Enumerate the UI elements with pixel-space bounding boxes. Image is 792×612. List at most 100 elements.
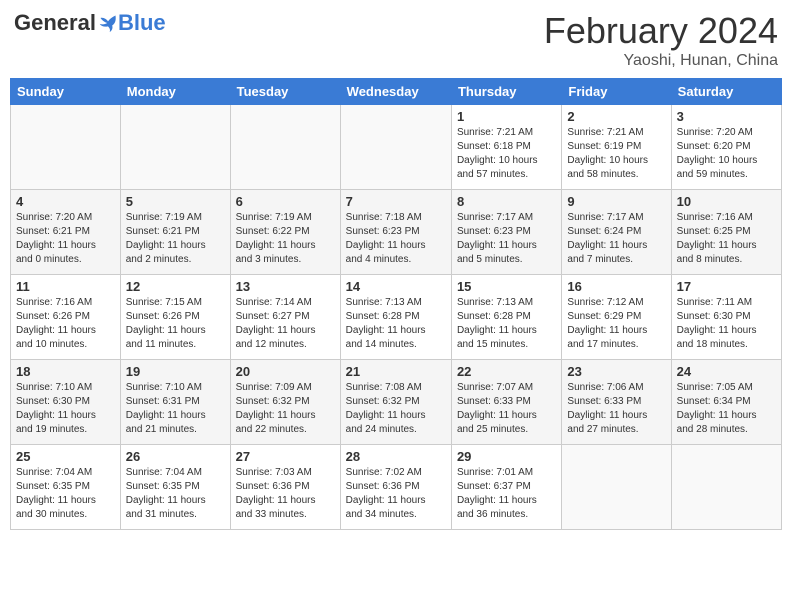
day-number: 8: [457, 194, 556, 209]
day-number: 19: [126, 364, 225, 379]
day-number: 7: [346, 194, 446, 209]
day-number: 4: [16, 194, 115, 209]
calendar-cell: 27 Sunrise: 7:03 AM Sunset: 6:36 PM Dayli…: [230, 445, 340, 530]
day-info: Sunrise: 7:12 AM Sunset: 6:29 PM Dayligh…: [567, 296, 665, 352]
calendar-cell: 14 Sunrise: 7:13 AM Sunset: 6:28 PM Dayli…: [340, 275, 451, 360]
day-info: Sunrise: 7:17 AM Sunset: 6:24 PM Dayligh…: [567, 211, 665, 267]
calendar-cell: 10 Sunrise: 7:16 AM Sunset: 6:25 PM Dayli…: [671, 190, 781, 275]
day-number: 25: [16, 449, 115, 464]
day-number: 16: [567, 279, 665, 294]
calendar-cell: [120, 105, 230, 190]
day-number: 27: [236, 449, 335, 464]
day-number: 18: [16, 364, 115, 379]
day-info: Sunrise: 7:17 AM Sunset: 6:23 PM Dayligh…: [457, 211, 556, 267]
day-number: 17: [677, 279, 776, 294]
day-info: Sunrise: 7:03 AM Sunset: 6:36 PM Dayligh…: [236, 466, 335, 522]
day-number: 29: [457, 449, 556, 464]
calendar-cell: 21 Sunrise: 7:08 AM Sunset: 6:32 PM Dayli…: [340, 360, 451, 445]
day-number: 26: [126, 449, 225, 464]
calendar-cell: 25 Sunrise: 7:04 AM Sunset: 6:35 PM Dayli…: [11, 445, 121, 530]
calendar-cell: [230, 105, 340, 190]
page-header: General Blue February 2024 Yaoshi, Hunan…: [10, 10, 782, 70]
day-number: 20: [236, 364, 335, 379]
weekday-header-wednesday: Wednesday: [340, 79, 451, 105]
title-block: February 2024 Yaoshi, Hunan, China: [544, 10, 778, 70]
day-info: Sunrise: 7:16 AM Sunset: 6:25 PM Dayligh…: [677, 211, 776, 267]
calendar-cell: 18Sunrise: 7:10 AM Sunset: 6:30 PM Dayli…: [11, 360, 121, 445]
calendar-table: SundayMondayTuesdayWednesdayThursdayFrid…: [10, 78, 782, 530]
day-info: Sunrise: 7:18 AM Sunset: 6:23 PM Dayligh…: [346, 211, 446, 267]
weekday-header-monday: Monday: [120, 79, 230, 105]
weekday-header-saturday: Saturday: [671, 79, 781, 105]
day-info: Sunrise: 7:16 AM Sunset: 6:26 PM Dayligh…: [16, 296, 115, 352]
day-info: Sunrise: 7:13 AM Sunset: 6:28 PM Dayligh…: [346, 296, 446, 352]
calendar-cell: 9 Sunrise: 7:17 AM Sunset: 6:24 PM Daylig…: [562, 190, 671, 275]
calendar-cell: 2 Sunrise: 7:21 AM Sunset: 6:19 PM Daylig…: [562, 105, 671, 190]
day-number: 9: [567, 194, 665, 209]
day-info: Sunrise: 7:15 AM Sunset: 6:26 PM Dayligh…: [126, 296, 225, 352]
day-number: 13: [236, 279, 335, 294]
day-info: Sunrise: 7:21 AM Sunset: 6:18 PM Dayligh…: [457, 126, 556, 182]
logo-general-text: General: [14, 10, 96, 36]
day-info: Sunrise: 7:13 AM Sunset: 6:28 PM Dayligh…: [457, 296, 556, 352]
day-info: Sunrise: 7:08 AM Sunset: 6:32 PM Dayligh…: [346, 381, 446, 437]
day-info: Sunrise: 7:14 AM Sunset: 6:27 PM Dayligh…: [236, 296, 335, 352]
logo: General Blue: [14, 10, 166, 36]
calendar-cell: 26 Sunrise: 7:04 AM Sunset: 6:35 PM Dayli…: [120, 445, 230, 530]
logo-blue-text: Blue: [118, 10, 166, 36]
day-info: Sunrise: 7:09 AM Sunset: 6:32 PM Dayligh…: [236, 381, 335, 437]
day-number: 24: [677, 364, 776, 379]
calendar-cell: 28Sunrise: 7:02 AM Sunset: 6:36 PM Dayli…: [340, 445, 451, 530]
day-number: 15: [457, 279, 556, 294]
calendar-cell: 4Sunrise: 7:20 AM Sunset: 6:21 PM Daylig…: [11, 190, 121, 275]
day-number: 28: [346, 449, 446, 464]
day-number: 3: [677, 109, 776, 124]
day-number: 14: [346, 279, 446, 294]
day-info: Sunrise: 7:20 AM Sunset: 6:20 PM Dayligh…: [677, 126, 776, 182]
calendar-cell: 29 Sunrise: 7:01 AM Sunset: 6:37 PM Dayli…: [451, 445, 561, 530]
week-row-1: 1Sunrise: 7:21 AM Sunset: 6:18 PM Daylig…: [11, 105, 782, 190]
day-info: Sunrise: 7:04 AM Sunset: 6:35 PM Dayligh…: [126, 466, 225, 522]
month-title: February 2024: [544, 10, 778, 52]
week-row-4: 18Sunrise: 7:10 AM Sunset: 6:30 PM Dayli…: [11, 360, 782, 445]
day-info: Sunrise: 7:07 AM Sunset: 6:33 PM Dayligh…: [457, 381, 556, 437]
weekday-header-thursday: Thursday: [451, 79, 561, 105]
calendar-cell: 24 Sunrise: 7:05 AM Sunset: 6:34 PM Dayli…: [671, 360, 781, 445]
calendar-cell: 16 Sunrise: 7:12 AM Sunset: 6:29 PM Dayli…: [562, 275, 671, 360]
calendar-cell: 1Sunrise: 7:21 AM Sunset: 6:18 PM Daylig…: [451, 105, 561, 190]
day-info: Sunrise: 7:10 AM Sunset: 6:31 PM Dayligh…: [126, 381, 225, 437]
calendar-cell: 8 Sunrise: 7:17 AM Sunset: 6:23 PM Daylig…: [451, 190, 561, 275]
calendar-cell: [671, 445, 781, 530]
day-info: Sunrise: 7:19 AM Sunset: 6:21 PM Dayligh…: [126, 211, 225, 267]
week-row-3: 11Sunrise: 7:16 AM Sunset: 6:26 PM Dayli…: [11, 275, 782, 360]
calendar-cell: 7 Sunrise: 7:18 AM Sunset: 6:23 PM Daylig…: [340, 190, 451, 275]
calendar-cell: 20 Sunrise: 7:09 AM Sunset: 6:32 PM Dayli…: [230, 360, 340, 445]
day-info: Sunrise: 7:05 AM Sunset: 6:34 PM Dayligh…: [677, 381, 776, 437]
calendar-cell: 19 Sunrise: 7:10 AM Sunset: 6:31 PM Dayli…: [120, 360, 230, 445]
week-row-2: 4Sunrise: 7:20 AM Sunset: 6:21 PM Daylig…: [11, 190, 782, 275]
calendar-cell: 11Sunrise: 7:16 AM Sunset: 6:26 PM Dayli…: [11, 275, 121, 360]
calendar-cell: 23 Sunrise: 7:06 AM Sunset: 6:33 PM Dayli…: [562, 360, 671, 445]
calendar-cell: 13 Sunrise: 7:14 AM Sunset: 6:27 PM Dayli…: [230, 275, 340, 360]
weekday-header-tuesday: Tuesday: [230, 79, 340, 105]
day-number: 10: [677, 194, 776, 209]
day-number: 2: [567, 109, 665, 124]
calendar-cell: 5Sunrise: 7:19 AM Sunset: 6:21 PM Daylig…: [120, 190, 230, 275]
weekday-header-row: SundayMondayTuesdayWednesdayThursdayFrid…: [11, 79, 782, 105]
calendar-cell: 3 Sunrise: 7:20 AM Sunset: 6:20 PM Daylig…: [671, 105, 781, 190]
day-number: 23: [567, 364, 665, 379]
day-number: 12: [126, 279, 225, 294]
day-number: 21: [346, 364, 446, 379]
day-info: Sunrise: 7:06 AM Sunset: 6:33 PM Dayligh…: [567, 381, 665, 437]
day-info: Sunrise: 7:04 AM Sunset: 6:35 PM Dayligh…: [16, 466, 115, 522]
day-info: Sunrise: 7:19 AM Sunset: 6:22 PM Dayligh…: [236, 211, 335, 267]
day-info: Sunrise: 7:01 AM Sunset: 6:37 PM Dayligh…: [457, 466, 556, 522]
calendar-cell: 12 Sunrise: 7:15 AM Sunset: 6:26 PM Dayli…: [120, 275, 230, 360]
weekday-header-sunday: Sunday: [11, 79, 121, 105]
logo-bird-icon: [98, 13, 118, 33]
calendar-cell: 6Sunrise: 7:19 AM Sunset: 6:22 PM Daylig…: [230, 190, 340, 275]
calendar-cell: 17Sunrise: 7:11 AM Sunset: 6:30 PM Dayli…: [671, 275, 781, 360]
calendar-cell: 15 Sunrise: 7:13 AM Sunset: 6:28 PM Dayli…: [451, 275, 561, 360]
day-info: Sunrise: 7:21 AM Sunset: 6:19 PM Dayligh…: [567, 126, 665, 182]
location-subtitle: Yaoshi, Hunan, China: [544, 52, 778, 70]
